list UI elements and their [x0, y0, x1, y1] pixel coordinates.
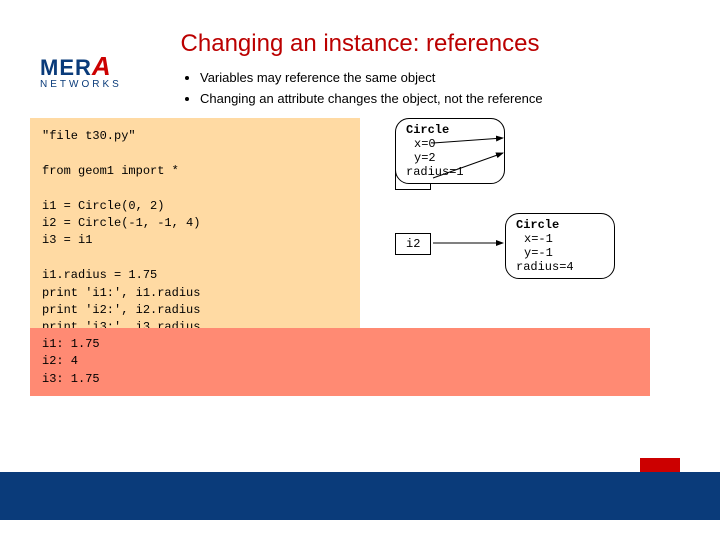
footer-accent [640, 458, 680, 472]
bullet-list: Variables may reference the same object … [200, 70, 720, 106]
object-diagram: i1 i3 i2 Circle x=0 y=2 radius=1 Circle … [395, 113, 695, 313]
output-block: i1: 1.75 i2: 4 i3: 1.75 [30, 328, 650, 396]
var-box-i2: i2 [395, 233, 431, 255]
code-block: "file t30.py" from geom1 import * i1 = C… [30, 118, 360, 347]
slide: Changing an instance: references MERA NE… [0, 0, 720, 540]
bullet-item: Variables may reference the same object [200, 70, 720, 85]
logo: MERA NETWORKS [40, 55, 122, 89]
bullet-item: Changing an attribute changes the object… [200, 91, 720, 106]
object-box-circle2: Circle x=-1 y=-1 radius=4 [505, 213, 615, 279]
object-box-circle1: Circle x=0 y=2 radius=1 [395, 118, 505, 184]
footer-bar [0, 472, 720, 520]
